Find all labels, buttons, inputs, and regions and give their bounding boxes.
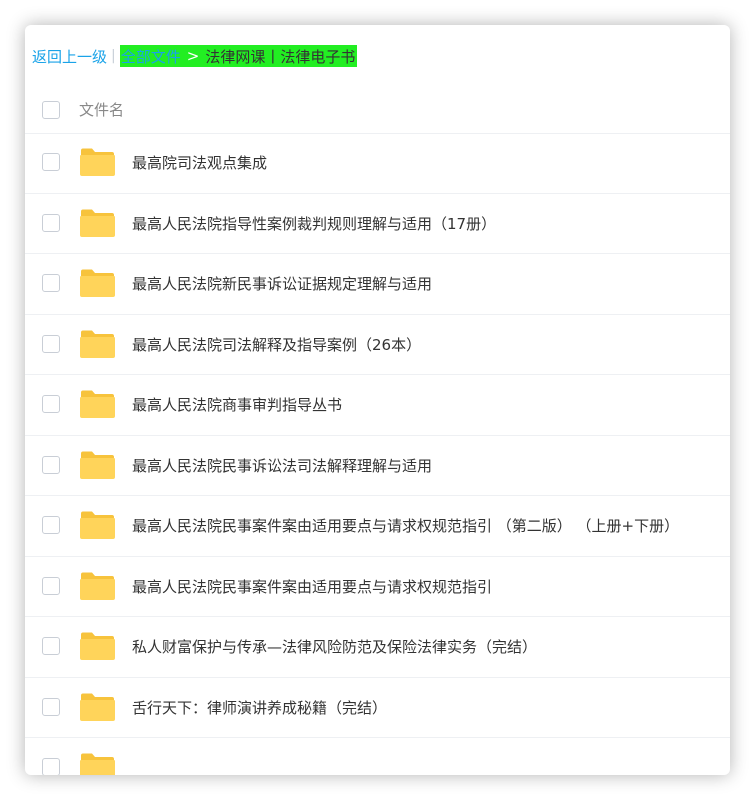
row-checkbox[interactable]: [42, 576, 60, 595]
folder-icon: [80, 330, 115, 358]
select-all-checkbox[interactable]: [42, 101, 60, 119]
folder-icon: [80, 632, 115, 660]
file-row[interactable]: 最高人民法院民事案件案由适用要点与请求权规范指引: [25, 557, 730, 617]
row-checkbox[interactable]: [42, 697, 60, 716]
file-row[interactable]: 最高人民法院指导性案例裁判规则理解与适用（17册）: [25, 194, 730, 254]
current-folder-label: 法律网课丨法律电子书: [205, 47, 356, 66]
list-header: 文件名: [25, 87, 730, 134]
column-header-filename: 文件名: [79, 101, 125, 119]
file-name[interactable]: 私人财富保护与传承—法律风险防范及保险法律实务（完结）: [132, 636, 537, 657]
row-checkbox[interactable]: [42, 274, 60, 292]
back-link[interactable]: 返回上一级: [32, 46, 107, 67]
file-row[interactable]: [25, 738, 730, 775]
row-checkbox[interactable]: [42, 395, 60, 413]
file-name[interactable]: 最高人民法院民事诉讼法司法解释理解与适用: [132, 455, 432, 476]
file-row[interactable]: 私人财富保护与传承—法律风险防范及保险法律实务（完结）: [25, 617, 730, 678]
file-name[interactable]: 最高人民法院新民事诉讼证据规定理解与适用: [132, 273, 432, 294]
folder-icon: [80, 269, 115, 297]
folder-icon: [80, 148, 115, 176]
row-checkbox[interactable]: [42, 213, 60, 232]
row-checkbox[interactable]: [42, 455, 60, 474]
breadcrumb-highlight: 全部文件 > 法律网课丨法律电子书: [119, 45, 358, 67]
file-row[interactable]: 最高人民法院民事案件案由适用要点与请求权规范指引 （第二版） （上册+下册）: [25, 496, 730, 557]
folder-icon: [80, 753, 115, 775]
file-name[interactable]: 最高人民法院商事审判指导丛书: [132, 394, 342, 415]
breadcrumb: 返回上一级 | 全部文件 > 法律网课丨法律电子书: [32, 45, 358, 67]
file-row[interactable]: 最高人民法院商事审判指导丛书: [25, 375, 730, 436]
file-name[interactable]: 最高人民法院民事案件案由适用要点与请求权规范指引 （第二版） （上册+下册）: [132, 515, 679, 536]
folder-icon: [80, 693, 115, 721]
file-name[interactable]: 舌行天下：律师演讲养成秘籍（完结）: [132, 697, 387, 718]
folder-icon: [80, 209, 115, 237]
breadcrumb-arrow: >: [186, 47, 200, 65]
breadcrumb-separator: |: [111, 48, 116, 64]
file-list: 最高院司法观点集成 最高人民法院指导性案例裁判规则理解与适用（17册） 最高人民…: [25, 133, 730, 775]
folder-icon: [80, 511, 115, 539]
folder-icon: [80, 390, 115, 418]
file-name[interactable]: 最高人民法院民事案件案由适用要点与请求权规范指引: [132, 576, 492, 597]
file-row[interactable]: 舌行天下：律师演讲养成秘籍（完结）: [25, 678, 730, 738]
file-name[interactable]: 最高人民法院指导性案例裁判规则理解与适用（17册）: [132, 213, 496, 234]
row-checkbox[interactable]: [42, 637, 60, 655]
folder-icon: [80, 572, 115, 600]
file-name[interactable]: 最高人民法院司法解释及指导案例（26本）: [132, 334, 421, 355]
row-checkbox[interactable]: [42, 516, 60, 534]
file-row[interactable]: 最高院司法观点集成: [25, 133, 730, 194]
file-name[interactable]: 最高院司法观点集成: [132, 152, 267, 173]
row-checkbox[interactable]: [42, 334, 60, 353]
file-browser-panel: 返回上一级 | 全部文件 > 法律网课丨法律电子书 文件名 最高院司法观点集成 …: [25, 25, 730, 775]
row-checkbox[interactable]: [42, 153, 60, 171]
file-row[interactable]: 最高人民法院新民事诉讼证据规定理解与适用: [25, 254, 730, 315]
row-checkbox[interactable]: [42, 758, 60, 775]
file-row[interactable]: 最高人民法院司法解释及指导案例（26本）: [25, 315, 730, 375]
all-files-link[interactable]: 全部文件: [121, 46, 181, 67]
folder-icon: [80, 451, 115, 479]
file-row[interactable]: 最高人民法院民事诉讼法司法解释理解与适用: [25, 436, 730, 496]
